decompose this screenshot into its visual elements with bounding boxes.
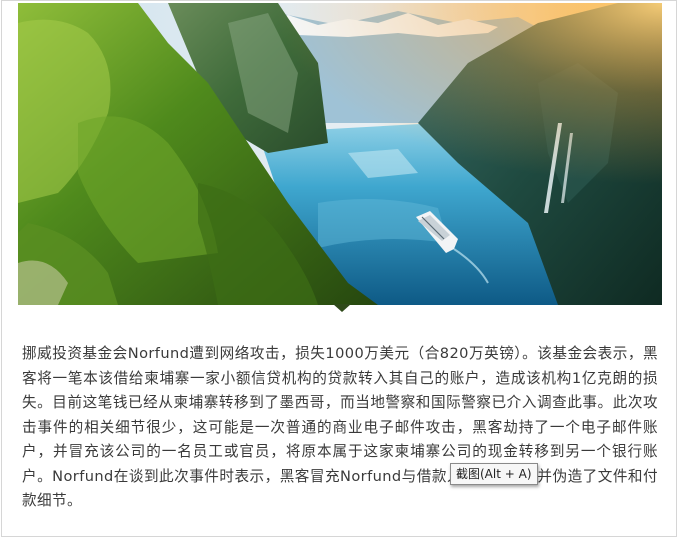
- article-paragraph: 挪威投资基金会Norfund遭到网络攻击，损失1000万美元（合820万英镑）。…: [22, 345, 658, 509]
- screenshot-tooltip: 截图(Alt + A): [450, 463, 538, 485]
- image-caption-notch: [333, 304, 351, 312]
- article-card: 挪威投资基金会Norfund遭到网络攻击，损失1000万美元（合820万英镑）。…: [1, 0, 677, 537]
- fjord-photo: [18, 3, 662, 305]
